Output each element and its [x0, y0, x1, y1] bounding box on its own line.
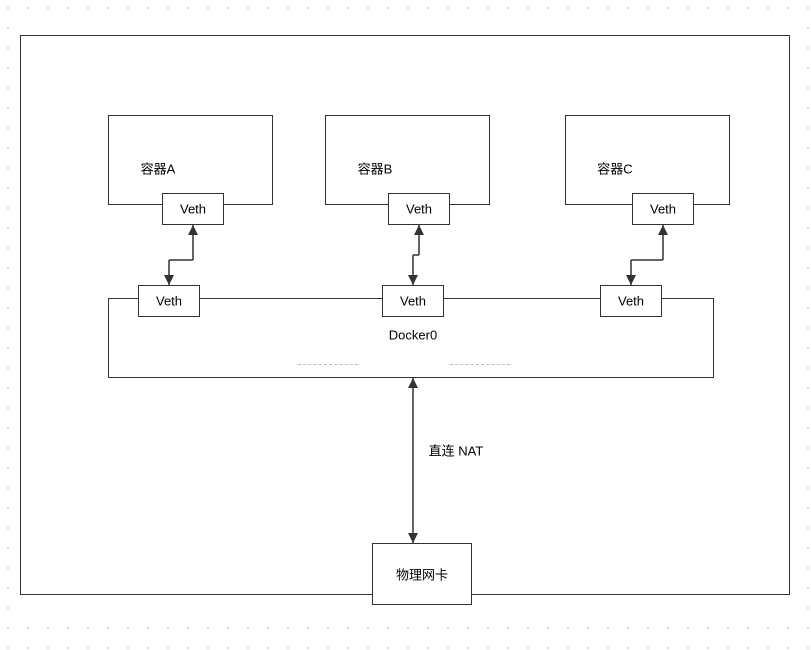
- veth-container-a-label: Veth: [180, 202, 206, 217]
- container-b-box: [325, 115, 490, 205]
- veth-container-b-label: Veth: [406, 202, 432, 217]
- container-a-box: [108, 115, 273, 205]
- veth-bridge-c-label: Veth: [618, 294, 644, 309]
- nat-label: 直连 NAT: [429, 441, 484, 460]
- dash-hint-1: [298, 364, 358, 365]
- veth-container-c-label: Veth: [650, 202, 676, 217]
- bridge-label: Docker0: [389, 328, 437, 343]
- container-c-box: [565, 115, 730, 205]
- container-c-label: 容器C: [597, 159, 632, 178]
- container-b-label: 容器B: [358, 159, 393, 178]
- nic-label: 物理网卡: [396, 565, 448, 584]
- diagram-canvas: 容器A 容器B 容器C Veth Veth Veth Docker0 Veth …: [0, 0, 811, 650]
- dash-hint-2: [450, 364, 510, 365]
- veth-bridge-b-label: Veth: [400, 294, 426, 309]
- container-a-label: 容器A: [141, 159, 176, 178]
- veth-bridge-a-label: Veth: [156, 294, 182, 309]
